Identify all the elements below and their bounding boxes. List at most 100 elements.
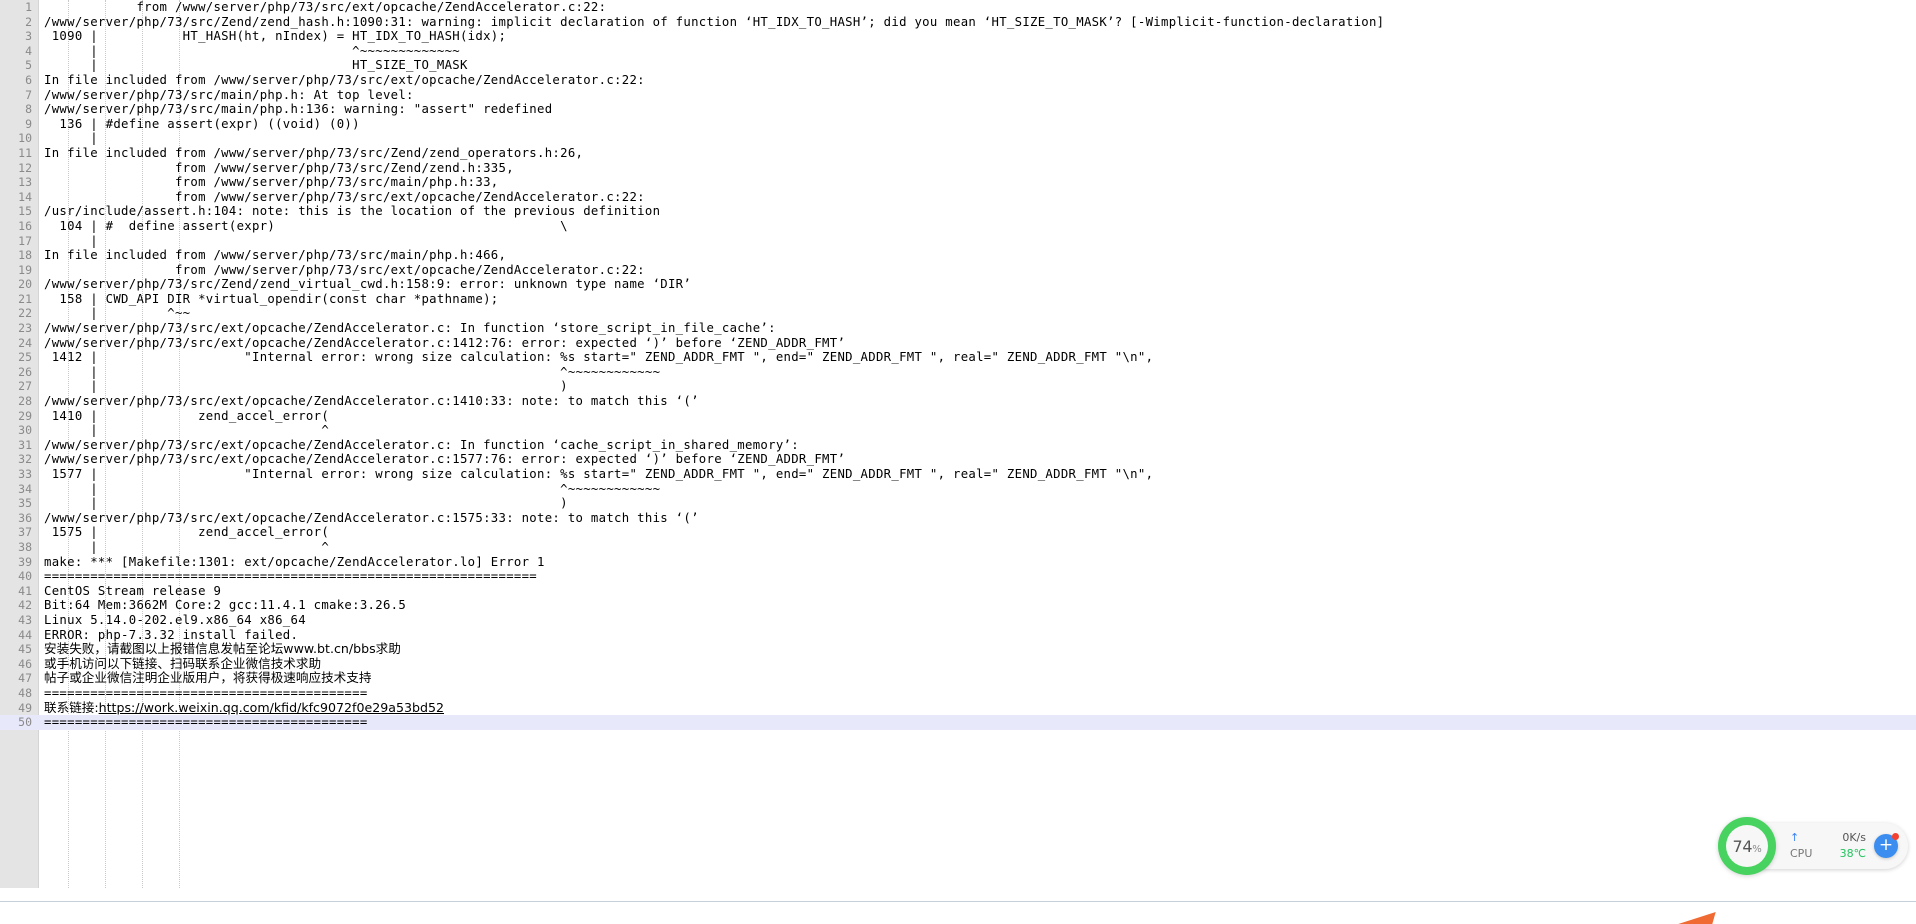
- line-number: 26: [0, 365, 38, 380]
- log-line[interactable]: 46或手机访问以下链接、扫码联系企业微信技术求助: [0, 657, 1916, 672]
- line-number: 41: [0, 584, 38, 599]
- line-text: Bit:64 Mem:3662M Core:2 gcc:11.4.1 cmake…: [38, 598, 1916, 613]
- percent-sign: %: [1752, 844, 1761, 855]
- log-line[interactable]: 1 from /www/server/php/73/src/ext/opcach…: [0, 0, 1916, 15]
- log-line[interactable]: 39make: *** [Makefile:1301: ext/opcache/…: [0, 555, 1916, 570]
- line-number: 28: [0, 394, 38, 409]
- log-line[interactable]: 27 | ): [0, 379, 1916, 394]
- line-number: 17: [0, 234, 38, 249]
- line-number: 7: [0, 88, 38, 103]
- line-number: 29: [0, 409, 38, 424]
- log-line[interactable]: 21 158 | CWD_API DIR *virtual_opendir(co…: [0, 292, 1916, 307]
- contact-link[interactable]: https://work.weixin.qq.com/kfid/kfc9072f…: [99, 700, 444, 715]
- log-line[interactable]: 15/usr/include/assert.h:104: note: this …: [0, 204, 1916, 219]
- log-line[interactable]: 30 | ^: [0, 423, 1916, 438]
- log-line[interactable]: 35 | ): [0, 496, 1916, 511]
- line-number: 43: [0, 613, 38, 628]
- bottom-strip: [0, 901, 1916, 922]
- line-number: 30: [0, 423, 38, 438]
- log-line[interactable]: 40======================================…: [0, 569, 1916, 584]
- line-text: | ): [38, 496, 1916, 511]
- log-line[interactable]: 5 | HT_SIZE_TO_MASK: [0, 58, 1916, 73]
- line-text: 104 | # define assert(expr) \: [38, 219, 1916, 234]
- log-line[interactable]: 38 | ^: [0, 540, 1916, 555]
- line-number: 48: [0, 686, 38, 701]
- line-number: 5: [0, 58, 38, 73]
- log-line[interactable]: 43Linux 5.14.0-202.el9.x86_64 x86_64: [0, 613, 1916, 628]
- log-line[interactable]: 49联系链接:https://work.weixin.qq.com/kfid/k…: [0, 701, 1916, 716]
- log-line[interactable]: 12 from /www/server/php/73/src/Zend/zend…: [0, 161, 1916, 176]
- log-line[interactable]: 17 |: [0, 234, 1916, 249]
- line-number: 2: [0, 15, 38, 30]
- log-line[interactable]: 16 104 | # define assert(expr) \: [0, 219, 1916, 234]
- line-number: 36: [0, 511, 38, 526]
- log-line[interactable]: 13 from /www/server/php/73/src/main/php.…: [0, 175, 1916, 190]
- log-line[interactable]: 44ERROR: php-7.3.32 install failed.: [0, 628, 1916, 643]
- line-text: /www/server/php/73/src/ext/opcache/ZendA…: [38, 336, 1916, 351]
- log-line[interactable]: 8/www/server/php/73/src/main/php.h:136: …: [0, 102, 1916, 117]
- plus-icon: +: [1879, 837, 1893, 854]
- log-line[interactable]: 45安装失败，请截图以上报错信息发帖至论坛www.bt.cn/bbs求助: [0, 642, 1916, 657]
- line-text: Linux 5.14.0-202.el9.x86_64 x86_64: [38, 613, 1916, 628]
- log-line[interactable]: 14 from /www/server/php/73/src/ext/opcac…: [0, 190, 1916, 205]
- log-line[interactable]: 24/www/server/php/73/src/ext/opcache/Zen…: [0, 336, 1916, 351]
- line-number: 16: [0, 219, 38, 234]
- line-text: 1090 | HT_HASH(ht, nIndex) = HT_IDX_TO_H…: [38, 29, 1916, 44]
- line-text: from /www/server/php/73/src/Zend/zend.h:…: [38, 161, 1916, 176]
- line-text: make: *** [Makefile:1301: ext/opcache/Ze…: [38, 555, 1916, 570]
- log-line[interactable]: 32/www/server/php/73/src/ext/opcache/Zen…: [0, 452, 1916, 467]
- line-text: from /www/server/php/73/src/ext/opcache/…: [38, 190, 1916, 205]
- log-line[interactable]: 6In file included from /www/server/php/7…: [0, 73, 1916, 88]
- log-line[interactable]: 18In file included from /www/server/php/…: [0, 248, 1916, 263]
- log-line[interactable]: 48======================================…: [0, 686, 1916, 701]
- log-line[interactable]: 4 | ^~~~~~~~~~~~~~: [0, 44, 1916, 59]
- line-text: In file included from /www/server/php/73…: [38, 248, 1916, 263]
- line-number: 44: [0, 628, 38, 643]
- log-line[interactable]: 26 | ^~~~~~~~~~~~~: [0, 365, 1916, 380]
- line-number: 37: [0, 525, 38, 540]
- line-number: 46: [0, 657, 38, 672]
- line-number: 20: [0, 277, 38, 292]
- cpu-usage-ring[interactable]: 74%: [1718, 817, 1776, 875]
- log-line[interactable]: 33 1577 | "Internal error: wrong size ca…: [0, 467, 1916, 482]
- log-line[interactable]: 20/www/server/php/73/src/Zend/zend_virtu…: [0, 277, 1916, 292]
- line-text: 1577 | "Internal error: wrong size calcu…: [38, 467, 1916, 482]
- log-line[interactable]: 50======================================…: [0, 715, 1916, 730]
- log-line[interactable]: 9 136 | #define assert(expr) ((void) (0)…: [0, 117, 1916, 132]
- line-text: | ^: [38, 423, 1916, 438]
- log-line[interactable]: 11In file included from /www/server/php/…: [0, 146, 1916, 161]
- system-monitor-widget[interactable]: 74% ↑ 0K/s CPU 38℃ +: [1718, 818, 1908, 874]
- log-line[interactable]: 2/www/server/php/73/src/Zend/zend_hash.h…: [0, 15, 1916, 30]
- line-text: 或手机访问以下链接、扫码联系企业微信技术求助: [38, 657, 1916, 672]
- log-line[interactable]: 10 |: [0, 131, 1916, 146]
- log-line[interactable]: 41CentOS Stream release 9: [0, 584, 1916, 599]
- log-line[interactable]: 42Bit:64 Mem:3662M Core:2 gcc:11.4.1 cma…: [0, 598, 1916, 613]
- log-line[interactable]: 31/www/server/php/73/src/ext/opcache/Zen…: [0, 438, 1916, 453]
- log-line[interactable]: 19 from /www/server/php/73/src/ext/opcac…: [0, 263, 1916, 278]
- log-line[interactable]: 37 1575 | zend_accel_error(: [0, 525, 1916, 540]
- line-number: 23: [0, 321, 38, 336]
- line-text: 1412 | "Internal error: wrong size calcu…: [38, 350, 1916, 365]
- log-line[interactable]: 34 | ^~~~~~~~~~~~~: [0, 482, 1916, 497]
- line-text: In file included from /www/server/php/73…: [38, 146, 1916, 161]
- line-text: /www/server/php/73/src/ext/opcache/ZendA…: [38, 511, 1916, 526]
- log-line[interactable]: 7/www/server/php/73/src/main/php.h: At t…: [0, 88, 1916, 103]
- log-line[interactable]: 3 1090 | HT_HASH(ht, nIndex) = HT_IDX_TO…: [0, 29, 1916, 44]
- log-line[interactable]: 36/www/server/php/73/src/ext/opcache/Zen…: [0, 511, 1916, 526]
- log-line[interactable]: 47帖子或企业微信注明企业版用户，将获得极速响应技术支持: [0, 671, 1916, 686]
- add-button[interactable]: +: [1874, 834, 1898, 858]
- log-line[interactable]: 25 1412 | "Internal error: wrong size ca…: [0, 350, 1916, 365]
- notification-dot-badge: [1892, 833, 1899, 840]
- line-number: 47: [0, 671, 38, 686]
- line-text: 1410 | zend_accel_error(: [38, 409, 1916, 424]
- line-text: | ^~~~~~~~~~~~~~: [38, 44, 1916, 59]
- log-line[interactable]: 23/www/server/php/73/src/ext/opcache/Zen…: [0, 321, 1916, 336]
- upload-arrow-icon: ↑: [1790, 830, 1799, 846]
- line-number: 45: [0, 642, 38, 657]
- line-text: | ^~~: [38, 306, 1916, 321]
- log-line[interactable]: 29 1410 | zend_accel_error(: [0, 409, 1916, 424]
- line-text: 安装失败，请截图以上报错信息发帖至论坛www.bt.cn/bbs求助: [38, 642, 1916, 657]
- log-line[interactable]: 22 | ^~~: [0, 306, 1916, 321]
- log-viewer[interactable]: 1 from /www/server/php/73/src/ext/opcach…: [0, 0, 1916, 902]
- log-line[interactable]: 28/www/server/php/73/src/ext/opcache/Zen…: [0, 394, 1916, 409]
